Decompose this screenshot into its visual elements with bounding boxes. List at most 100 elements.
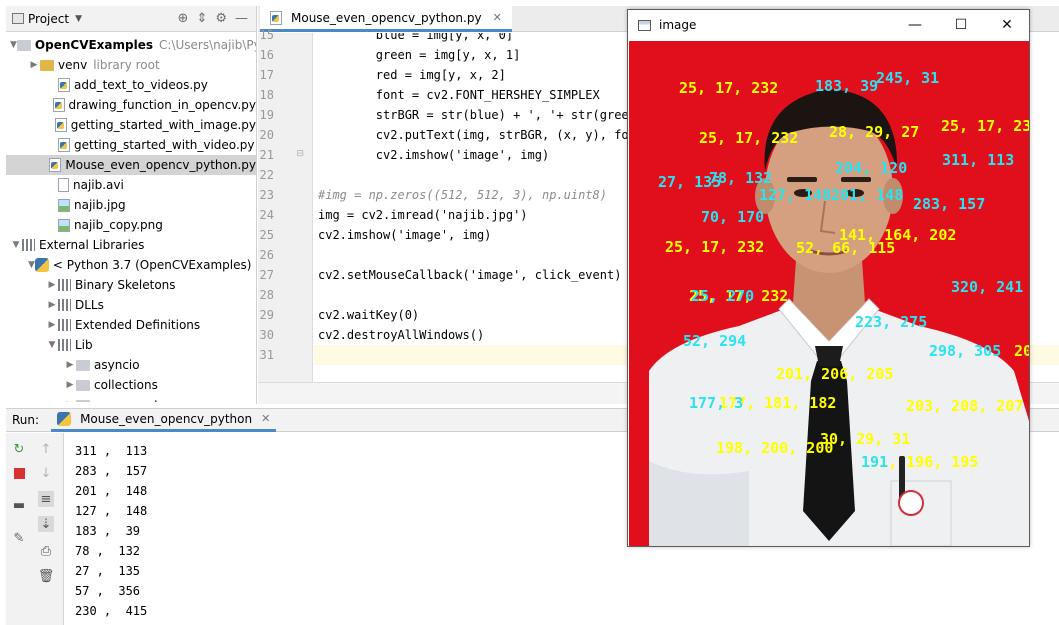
- pixel-annotation-label: 204, 120: [835, 159, 908, 177]
- python-file-icon: [52, 98, 65, 112]
- line-number: 20: [259, 128, 274, 142]
- tree-item[interactable]: najib.avi: [6, 175, 256, 195]
- console-line: 27 , 135: [75, 564, 141, 578]
- arrow-up-icon[interactable]: ↑: [38, 441, 54, 457]
- hide-panel-icon[interactable]: —: [235, 11, 248, 26]
- project-panel-header: Project ▼ ⊕ ⇕ ⚙ —: [6, 6, 256, 32]
- close-run-tab-icon[interactable]: ✕: [261, 412, 270, 425]
- tree-item[interactable]: ▶ collections: [6, 375, 256, 395]
- pixel-annotation-label: 183, 39: [815, 77, 879, 95]
- tree-item[interactable]: ▼ Lib: [6, 335, 256, 355]
- tree-item[interactable]: getting_started_with_image.py: [6, 115, 256, 135]
- console-line: 78 , 132: [75, 544, 141, 558]
- run-tab[interactable]: Mouse_even_opencv_python ✕: [51, 408, 277, 432]
- image-file-icon: [58, 198, 70, 212]
- folder-icon: [76, 360, 90, 371]
- close-tab-icon[interactable]: ✕: [493, 11, 502, 24]
- tree-item[interactable]: add_text_to_videos.py: [6, 75, 256, 95]
- pixel-annotation-label: 25, 17, 232: [665, 238, 765, 256]
- tree-item[interactable]: ▶ Extended Definitions: [6, 315, 256, 335]
- pixel-annotation-label: 201, 148: [831, 186, 904, 204]
- folder-icon: [76, 380, 90, 391]
- opencv-window-icon: [638, 19, 651, 31]
- collapse-arrow-icon[interactable]: ▶: [64, 380, 76, 390]
- pixel-annotation-label: 283, 157: [913, 195, 986, 213]
- expand-arrow-icon[interactable]: ▼: [46, 340, 58, 350]
- project-panel: Project ▼ ⊕ ⇕ ⚙ — ▼ OpenCVExamples C:\User…: [6, 6, 257, 404]
- close-button[interactable]: ✕: [984, 10, 1030, 40]
- console-line: 230 , 415: [75, 604, 148, 618]
- minimize-button[interactable]: —: [892, 10, 938, 40]
- collapse-arrow-icon[interactable]: ▶: [46, 300, 58, 310]
- pixel-annotation-label: 25, 17, 232: [941, 117, 1029, 135]
- project-view-title[interactable]: Project: [28, 12, 69, 26]
- console-line: 57 , 356: [75, 584, 141, 598]
- scroll-to-end-icon[interactable]: ⇣: [38, 516, 54, 532]
- run-console[interactable]: 311 , 113 283 , 157 201 , 148 127 , 148 183 …: [65, 433, 257, 625]
- target-icon[interactable]: ⊕: [178, 11, 189, 26]
- tree-item-hint: library root: [93, 58, 160, 72]
- tree-item[interactable]: ▶ concurrent: [6, 395, 256, 402]
- console-line: 283 , 157: [75, 464, 148, 478]
- tree-item[interactable]: najib.jpg: [6, 195, 256, 215]
- tree-item[interactable]: getting_started_with_video.py: [6, 135, 256, 155]
- tree-item[interactable]: ▶ venv library root: [6, 55, 256, 75]
- tree-item-label: Lib: [75, 338, 93, 352]
- collapse-arrow-icon[interactable]: ▶: [46, 320, 58, 330]
- expand-arrow-icon[interactable]: ▼: [10, 240, 22, 250]
- print-icon[interactable]: ⎙: [38, 543, 54, 559]
- arrow-down-icon[interactable]: ↓: [38, 465, 54, 481]
- line-number: 31: [259, 348, 274, 362]
- rerun-icon[interactable]: ↻: [11, 441, 27, 457]
- tree-item[interactable]: najib_copy.png: [6, 215, 256, 235]
- line-number: 19: [259, 108, 274, 122]
- gear-icon[interactable]: ⚙: [215, 11, 227, 26]
- code-line: strBGR = str(blue) + ', '+ str(green: [318, 108, 636, 122]
- collapse-arrow-icon[interactable]: ▶: [64, 360, 76, 370]
- collapse-arrow-icon[interactable]: ▶: [64, 400, 76, 402]
- pixel-annotation-label: 20: [1014, 342, 1029, 360]
- tree-item[interactable]: Mouse_even_opencv_python.py: [6, 155, 256, 175]
- trash-icon[interactable]: 🗑: [38, 568, 55, 584]
- fold-marker-icon[interactable]: ⊟: [296, 149, 304, 159]
- pixel-annotation-label: 245, 31: [876, 69, 940, 87]
- tree-item[interactable]: ▶ asyncio: [6, 355, 256, 375]
- tree-item-label: asyncio: [94, 358, 140, 372]
- maximize-button[interactable]: ☐: [938, 10, 984, 40]
- tree-item[interactable]: ▼ OpenCVExamples C:\Users\najib\Pycha: [6, 35, 256, 55]
- tree-item[interactable]: drawing_function_in_opencv.py: [6, 95, 256, 115]
- layout-icon[interactable]: ▬: [11, 497, 27, 513]
- chevron-down-icon[interactable]: ▼: [75, 14, 82, 24]
- expand-arrow-icon[interactable]: ▼: [28, 260, 35, 270]
- pin-icon[interactable]: ✎: [11, 530, 27, 546]
- image-canvas[interactable]: 25, 17, 232 183, 39 245, 31 25, 17, 232 28, …: [629, 41, 1029, 546]
- stop-icon[interactable]: [11, 465, 27, 481]
- tree-item[interactable]: ▶ DLLs: [6, 295, 256, 315]
- pixel-annotation-label: 198, 200, 200: [716, 439, 834, 457]
- python-file-icon: [58, 138, 70, 152]
- pixel-annotation-label: 191: [861, 453, 889, 471]
- code-line: font = cv2.FONT_HERSHEY_SIMPLEX: [318, 88, 600, 102]
- collapse-all-icon[interactable]: ⇕: [196, 11, 207, 26]
- editor-tab[interactable]: Mouse_even_opencv_python.py ✕: [260, 6, 512, 32]
- tree-item-label: DLLs: [75, 298, 104, 312]
- run-toolbar: ↻ ↑ ↓ ≡ ▬ ⇣ ✎ ⎙ 🗑: [6, 433, 64, 625]
- pixel-annotation-label: 127, 148: [759, 186, 832, 204]
- pixel-annotation-label: 177, 3: [689, 394, 744, 412]
- soft-wrap-icon[interactable]: ≡: [38, 491, 54, 507]
- collapse-arrow-icon[interactable]: ▶: [46, 280, 58, 290]
- tree-item[interactable]: ▼< Python 3.7 (OpenCVExamples) >C: [6, 255, 256, 275]
- expand-arrow-icon[interactable]: ▼: [10, 40, 17, 50]
- project-view-icon: [12, 13, 24, 24]
- pixel-annotation-label: 30, 29, 31: [820, 430, 911, 448]
- code-line: red = img[y, x, 2]: [318, 68, 506, 82]
- image-window-titlebar[interactable]: image — ☐ ✕: [628, 10, 1029, 40]
- collapse-arrow-icon[interactable]: ▶: [28, 60, 40, 70]
- tree-item[interactable]: ▶ Binary Skeletons: [6, 275, 256, 295]
- pixel-annotation-label: 311, 113: [942, 151, 1015, 169]
- code-line: blue = img[y, x, 0]: [318, 33, 514, 42]
- tree-item-label: getting_started_with_video.py: [74, 138, 255, 152]
- pixel-annotation-label: 223, 275: [855, 313, 928, 331]
- tree-item[interactable]: ▼ External Libraries: [6, 235, 256, 255]
- pixel-annotation-label: 298, 305: [929, 342, 1002, 360]
